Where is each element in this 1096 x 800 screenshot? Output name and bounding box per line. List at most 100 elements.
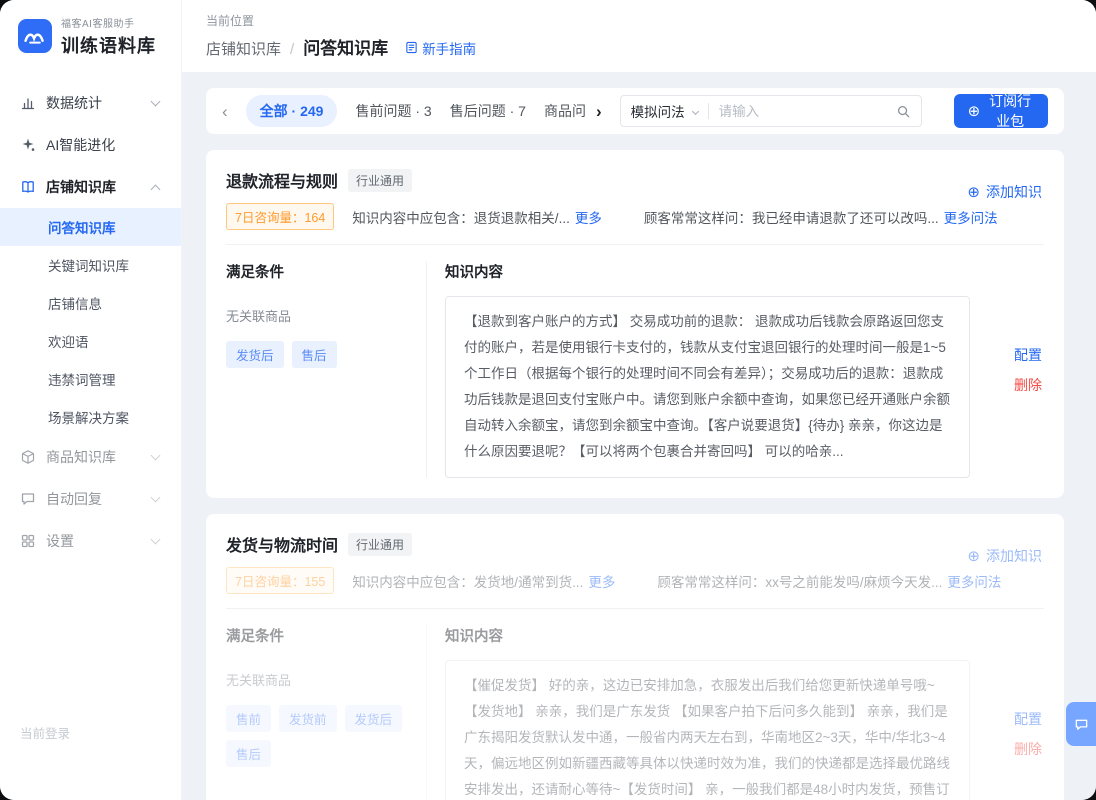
search-input[interactable] (719, 104, 896, 119)
condition-tag: 发货后 (345, 705, 403, 732)
more-questions-link[interactable]: 更多问法 (947, 571, 1001, 591)
configure-link[interactable]: 配置 (1014, 709, 1042, 729)
sidebar-item-label: 店铺知识库 (46, 177, 116, 197)
app-window: 福客AI客服助手 训练语料库 数据统计 AI智能进化 店铺知识库 问答知识库 关… (0, 0, 1096, 800)
sidebar-item-scenario-solutions[interactable]: 场景解决方案 (0, 398, 181, 436)
add-knowledge-link[interactable]: ⊕ 添加知识 (967, 182, 1042, 202)
chat-bubble-icon (20, 491, 36, 507)
tab-product-questions[interactable]: 商品问题 (544, 101, 586, 121)
card-title: 退款流程与规则 (226, 168, 338, 192)
service-float-button[interactable] (1066, 702, 1096, 746)
location-label: 当前位置 (206, 12, 1072, 29)
sidebar-item-label: 商品知识库 (46, 447, 116, 467)
breadcrumb-separator: / (290, 41, 294, 58)
condition-tag: 售后 (226, 740, 271, 767)
chevron-up-icon (151, 184, 161, 194)
brand-title: 训练语料库 (61, 32, 156, 58)
circle-plus-icon: ⊕ (967, 185, 980, 200)
card-tag: 行业通用 (348, 169, 412, 192)
card-actions: 配置 删除 (970, 261, 1044, 478)
sidebar: 福客AI客服助手 训练语料库 数据统计 AI智能进化 店铺知识库 问答知识库 关… (0, 0, 182, 800)
condition-tags: 发货后 售后 (226, 341, 406, 368)
sidebar-subitem-label: 问答知识库 (48, 217, 116, 237)
tab-bar: ‹ 全部 · 249 售前问题 · 3 售后问题 · 7 商品问题 › 模拟问法… (206, 88, 1064, 134)
delete-link[interactable]: 删除 (1014, 375, 1042, 395)
sidebar-item-label: 自动回复 (46, 489, 102, 509)
conditions-title: 满足条件 (226, 625, 406, 646)
chevron-down-icon (151, 493, 161, 503)
card-title: 发货与物流时间 (226, 532, 338, 556)
chevron-down-icon (151, 97, 161, 107)
add-knowledge-link[interactable]: ⊕ 添加知识 (967, 546, 1042, 566)
product-box-icon (20, 449, 36, 465)
condition-tag: 售后 (292, 341, 337, 368)
sidebar-item-keyword-kb[interactable]: 关键词知识库 (0, 246, 181, 284)
chevron-down-icon (151, 535, 161, 545)
content-title: 知识内容 (445, 261, 970, 282)
sidebar-item-settings[interactable]: 设置 (0, 520, 181, 562)
card-tag: 行业通用 (348, 533, 412, 556)
breadcrumb: 店铺知识库 / 问答知识库 新手指南 (206, 34, 1072, 59)
tab-presale-questions[interactable]: 售前问题 · 3 (355, 101, 431, 121)
search-icon[interactable] (896, 104, 911, 119)
chevron-down-icon (151, 451, 161, 461)
breadcrumb-parent[interactable]: 店铺知识库 (206, 38, 281, 59)
sidebar-item-banned-words[interactable]: 违禁词管理 (0, 360, 181, 398)
more-link[interactable]: 更多 (575, 207, 602, 227)
tabs-scroll-left-icon[interactable]: ‹ (222, 103, 228, 120)
card-body: 满足条件 无关联商品 售前 发货前 发货后 售后 知识内容 【催促发货】 好的亲… (226, 609, 1044, 800)
configure-link[interactable]: 配置 (1014, 345, 1042, 365)
sidebar-item-product-kb[interactable]: 商品知识库 (0, 436, 181, 478)
card-meta: 7日咨询量：164 知识内容中应包含：退货退款相关/... 更多 顾客常常这样问… (226, 203, 1044, 230)
tab-all[interactable]: 全部 · 249 (246, 95, 338, 127)
sidebar-item-data-stats[interactable]: 数据统计 (0, 82, 181, 124)
login-status: 当前登录 (20, 723, 70, 742)
condition-tag: 发货后 (226, 341, 284, 368)
sidebar-subitem-label: 关键词知识库 (48, 255, 129, 275)
brand-logo: 福客AI客服助手 训练语料库 (0, 0, 181, 72)
more-questions-link[interactable]: 更多问法 (944, 207, 998, 227)
circle-plus-icon: ⊕ (967, 549, 980, 564)
beginner-guide-link[interactable]: 新手指南 (405, 38, 476, 58)
include-hint: 知识内容中应包含：发货地/通常到货... (352, 571, 583, 591)
knowledge-content-text: 【催促发货】 好的亲，这边已安排加急，衣服发出后我们给您更新快递单号哦~【发货地… (445, 660, 970, 800)
question-type-select[interactable]: 模拟问法 (631, 101, 698, 121)
condition-tags: 售前 发货前 发货后 售后 (226, 705, 406, 767)
content-title: 知识内容 (445, 625, 970, 646)
sidebar-subitem-label: 欢迎语 (48, 331, 89, 351)
sidebar-item-auto-reply[interactable]: 自动回复 (0, 478, 181, 520)
sidebar-item-store-info[interactable]: 店铺信息 (0, 284, 181, 322)
sidebar-subitem-label: 场景解决方案 (48, 407, 129, 427)
card-header: 退款流程与规则 行业通用 (226, 168, 1044, 192)
condition-tag: 发货前 (279, 705, 337, 732)
sidebar-item-store-kb[interactable]: 店铺知识库 (0, 166, 181, 208)
tabs-scroll-right-icon[interactable]: › (596, 103, 602, 120)
delete-link[interactable]: 删除 (1014, 739, 1042, 759)
knowledge-card-shipping: 发货与物流时间 行业通用 ⊕ 添加知识 7日咨询量：155 知识内容中应包含：发… (206, 514, 1064, 800)
subscribe-industry-pack-button[interactable]: ⊕ 订阅行业包 (954, 94, 1048, 128)
sidebar-subitem-label: 店铺信息 (48, 293, 102, 313)
question-type-value: 模拟问法 (631, 101, 685, 121)
brand-logo-icon (18, 19, 52, 53)
ai-sparkle-icon (20, 137, 36, 153)
brand-subtitle: 福客AI客服助手 (61, 15, 156, 30)
sidebar-item-label: 设置 (46, 531, 74, 551)
volume-badge: 7日咨询量：155 (226, 567, 334, 594)
sidebar-item-ai-evolution[interactable]: AI智能进化 (0, 124, 181, 166)
chat-bubble-icon (1074, 717, 1089, 732)
customer-ask-hint: 顾客常常这样问：xx号之前能发吗/麻烦今天发... (657, 571, 942, 591)
tab-aftersale-questions[interactable]: 售后问题 · 7 (450, 101, 526, 121)
knowledge-card-refund: 退款流程与规则 行业通用 ⊕ 添加知识 7日咨询量：164 知识内容中应包含：退… (206, 150, 1064, 498)
customer-ask-hint: 顾客常常这样问：我已经申请退款了还可以改吗... (644, 207, 939, 227)
sidebar-nav: 数据统计 AI智能进化 店铺知识库 问答知识库 关键词知识库 店铺信息 欢迎语 … (0, 82, 181, 562)
card-header: 发货与物流时间 行业通用 (226, 532, 1044, 556)
condition-no-linked-product: 无关联商品 (226, 670, 406, 689)
more-link[interactable]: 更多 (588, 571, 615, 591)
sidebar-item-welcome-msg[interactable]: 欢迎语 (0, 322, 181, 360)
content-column: 知识内容 【退款到客户账户的方式】 交易成功前的退款： 退款成功后钱款会原路返回… (426, 261, 970, 478)
conditions-column: 满足条件 无关联商品 发货后 售后 (226, 261, 426, 478)
card-actions: 配置 删除 (970, 625, 1044, 800)
page-header: 当前位置 店铺知识库 / 问答知识库 新手指南 (182, 0, 1096, 72)
sidebar-item-qa-kb[interactable]: 问答知识库 (0, 208, 181, 246)
conditions-title: 满足条件 (226, 261, 406, 282)
